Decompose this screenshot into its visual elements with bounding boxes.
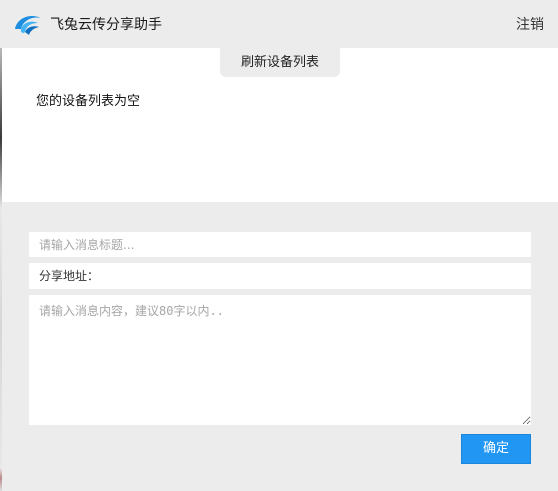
share-address-field[interactable]: 分享地址： — [29, 263, 531, 289]
confirm-button[interactable]: 确定 — [461, 434, 531, 464]
app-window: 飞兔云传分享助手 注销 刷新设备列表 您的设备列表为空 分享地址： 确定 — [0, 0, 558, 491]
share-address-label: 分享地址： — [39, 269, 100, 283]
app-title: 飞兔云传分享助手 — [50, 17, 162, 33]
message-title-input[interactable] — [29, 232, 531, 257]
device-list-empty-message: 您的设备列表为空 — [36, 94, 141, 109]
logout-link[interactable]: 注销 — [516, 15, 544, 35]
refresh-device-list-button[interactable]: 刷新设备列表 — [220, 48, 340, 77]
rabbit-swoosh-logo-icon — [12, 12, 44, 38]
title-bar: 飞兔云传分享助手 注销 — [0, 0, 558, 48]
message-content-textarea[interactable] — [29, 295, 531, 425]
